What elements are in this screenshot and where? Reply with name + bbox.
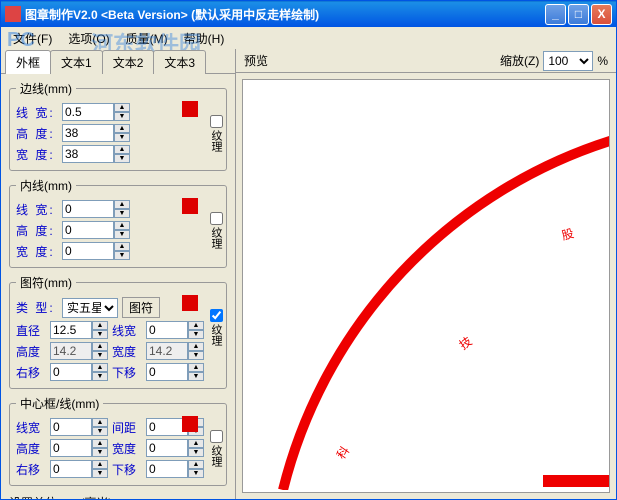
inner-width-input[interactable] bbox=[62, 242, 114, 260]
legend-inner: 内线(mm) bbox=[16, 177, 76, 194]
symbol-height-input bbox=[50, 342, 92, 360]
symbol-linewidth-input[interactable] bbox=[146, 321, 188, 339]
group-inner: 内线(mm) 纹理 线 宽:▲▼ 高 度:▲▼ 宽 度:▲▼ bbox=[9, 177, 227, 268]
inner-height-input[interactable] bbox=[62, 221, 114, 239]
center-texture-checkbox[interactable] bbox=[210, 430, 223, 443]
border-texture-check[interactable]: 纹理 bbox=[208, 115, 224, 152]
symbol-button[interactable]: 图符 bbox=[122, 297, 160, 318]
svg-text:技: 技 bbox=[457, 334, 475, 352]
group-center: 中心框/线(mm) 纹理 线宽▲▼间距▲▼ 高度▲▼宽度▲▼ 右移▲▼下移▲▼ bbox=[9, 395, 227, 486]
border-linewidth-input[interactable] bbox=[62, 103, 114, 121]
symbol-rightshift-input[interactable] bbox=[50, 363, 92, 381]
border-texture-checkbox[interactable] bbox=[210, 115, 223, 128]
border-width-input[interactable] bbox=[62, 145, 114, 163]
inner-texture-checkbox[interactable] bbox=[210, 212, 223, 225]
symbol-texture-checkbox[interactable] bbox=[210, 309, 223, 322]
spin-up-icon[interactable]: ▲ bbox=[114, 103, 130, 112]
spin-down-icon[interactable]: ▼ bbox=[114, 112, 130, 121]
app-window: 图章制作V2.0 <Beta Version> (默认采用中反走样绘制) _ □… bbox=[0, 0, 617, 500]
left-panel: 外框 文本1 文本2 文本3 边线(mm) 纹理 线 宽:▲▼ 高 度:▲▼ 宽… bbox=[1, 49, 236, 499]
minimize-button[interactable]: _ bbox=[545, 4, 566, 25]
titlebar: 图章制作V2.0 <Beta Version> (默认采用中反走样绘制) _ □… bbox=[1, 1, 616, 27]
window-title: 图章制作V2.0 <Beta Version> (默认采用中反走样绘制) bbox=[25, 6, 545, 23]
svg-text:股: 股 bbox=[560, 226, 575, 243]
inner-color-swatch[interactable] bbox=[182, 198, 198, 214]
tab-text2[interactable]: 文本2 bbox=[102, 50, 155, 74]
center-rightshift-input[interactable] bbox=[50, 460, 92, 478]
unit-label: 设置单位:mm(毫米) bbox=[9, 494, 227, 499]
center-width-input[interactable] bbox=[146, 439, 188, 457]
center-color-swatch[interactable] bbox=[182, 416, 198, 432]
symbol-color-swatch[interactable] bbox=[182, 295, 198, 311]
preview-canvas: 科 科 技 股 bbox=[242, 79, 610, 493]
center-height-input[interactable] bbox=[50, 439, 92, 457]
center-texture-check[interactable]: 纹理 bbox=[208, 430, 224, 467]
symbol-texture-check[interactable]: 纹理 bbox=[208, 309, 224, 346]
group-border: 边线(mm) 纹理 线 宽:▲▼ 高 度:▲▼ 宽 度:▲▼ bbox=[9, 80, 227, 171]
tab-text1[interactable]: 文本1 bbox=[50, 50, 103, 74]
tab-text3[interactable]: 文本3 bbox=[153, 50, 206, 74]
close-button[interactable]: X bbox=[591, 4, 612, 25]
inner-texture-check[interactable]: 纹理 bbox=[208, 212, 224, 249]
zoom-percent: % bbox=[597, 54, 608, 68]
border-color-swatch[interactable] bbox=[182, 101, 198, 117]
stamp-preview-icon: 科 科 技 股 bbox=[243, 80, 610, 490]
symbol-diameter-input[interactable] bbox=[50, 321, 92, 339]
watermark-logo: PC bbox=[7, 29, 35, 51]
app-icon bbox=[5, 6, 21, 22]
inner-linewidth-input[interactable] bbox=[62, 200, 114, 218]
zoom-label: 缩放(Z) bbox=[500, 52, 539, 69]
symbol-downshift-input[interactable] bbox=[146, 363, 188, 381]
group-symbol: 图符(mm) 纹理 类 型:实五星图符 直径▲▼线宽▲▼ 高度▲▼宽度▲▼ 右移… bbox=[9, 274, 227, 389]
tabs: 外框 文本1 文本2 文本3 bbox=[1, 49, 235, 74]
zoom-select[interactable]: 100 bbox=[543, 51, 593, 71]
legend-symbol: 图符(mm) bbox=[16, 274, 76, 291]
tab-outer-frame[interactable]: 外框 bbox=[5, 50, 51, 74]
preview-title: 预览 bbox=[244, 52, 500, 69]
right-panel: 预览 缩放(Z) 100 % 科 科 技 股 bbox=[236, 49, 616, 499]
svg-text:科: 科 bbox=[334, 444, 352, 462]
symbol-width-input bbox=[146, 342, 188, 360]
maximize-button[interactable]: □ bbox=[568, 4, 589, 25]
center-downshift-input[interactable] bbox=[146, 460, 188, 478]
svg-text:科: 科 bbox=[313, 80, 325, 83]
border-height-input[interactable] bbox=[62, 124, 114, 142]
legend-center: 中心框/线(mm) bbox=[16, 395, 103, 412]
center-linewidth-input[interactable] bbox=[50, 418, 92, 436]
symbol-type-select[interactable]: 实五星 bbox=[62, 298, 118, 318]
legend-border: 边线(mm) bbox=[16, 80, 76, 97]
